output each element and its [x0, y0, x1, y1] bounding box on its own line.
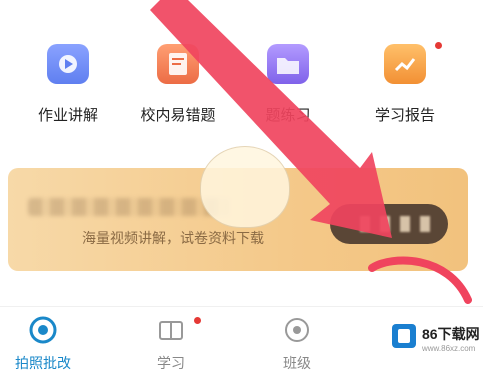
banner-title-blurred	[28, 198, 228, 216]
watermark-brand: 86下载网	[422, 326, 480, 342]
book-icon	[157, 44, 199, 84]
grid-item-label: 学习报告	[374, 107, 435, 124]
tab-class[interactable]: 班级	[262, 315, 332, 373]
grid-item-label: 题练习	[265, 107, 311, 124]
camera-icon	[28, 315, 58, 345]
grid-item-practice[interactable]: 题练习	[238, 44, 338, 125]
site-watermark: 86下载网 www.86xz.com	[392, 318, 482, 362]
grid-item-homework-explain[interactable]: 作业讲解	[18, 44, 118, 125]
book-open-icon	[156, 315, 186, 345]
banner-subtitle: 海量视频讲解，试卷资料下载	[82, 230, 264, 246]
video-play-icon	[47, 44, 89, 84]
class-icon	[282, 315, 312, 345]
notification-dot	[194, 317, 201, 324]
grid-item-label: 作业讲解	[37, 107, 98, 124]
watermark-logo-icon	[392, 324, 416, 348]
folder-icon	[267, 44, 309, 84]
notification-dot	[435, 42, 442, 49]
banner-action-button[interactable]	[330, 204, 448, 244]
tab-photo-correct[interactable]: 拍照批改	[8, 315, 78, 373]
grid-item-label: 校内易错题	[140, 107, 216, 124]
feature-grid: 作业讲解 校内易错题 题练习 学习报告	[0, 0, 483, 150]
tab-label: 班级	[283, 355, 311, 371]
watermark-url: www.86xz.com	[422, 344, 476, 353]
tab-label: 学习	[157, 355, 185, 371]
report-icon	[384, 44, 426, 84]
tab-label: 拍照批改	[15, 355, 71, 371]
mascot-image	[200, 146, 290, 228]
grid-item-mistakes[interactable]: 校内易错题	[128, 44, 228, 125]
tab-study[interactable]: 学习	[136, 315, 206, 373]
grid-item-report[interactable]: 学习报告	[355, 44, 455, 125]
